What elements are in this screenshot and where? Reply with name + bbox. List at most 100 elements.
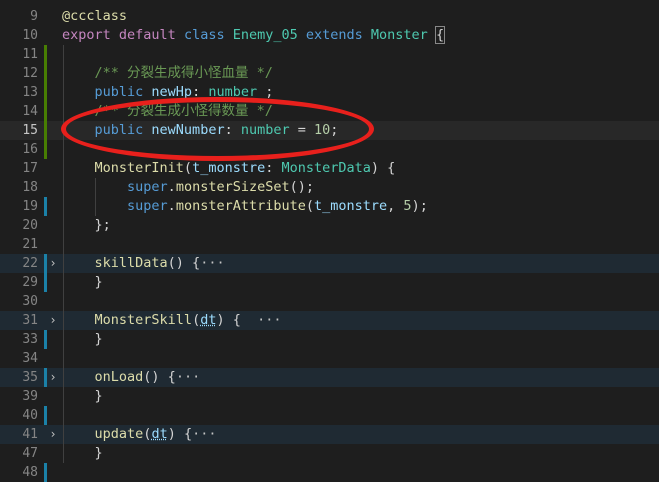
code-token: () { [143,369,176,385]
code-token: newHp [151,84,193,100]
code-text[interactable]: } [62,387,103,406]
git-added-indicator[interactable] [44,121,47,140]
code-line[interactable]: 18 super.monsterSizeSet(); [0,178,659,197]
code-text[interactable]: @ccclass [62,7,127,26]
code-token: skillData [94,255,168,271]
code-text[interactable]: public newHp: number ; [62,83,274,102]
code-text[interactable]: MonsterInit(t_monstre: MonsterData) { [62,159,396,178]
code-token: : [265,160,282,176]
git-added-indicator[interactable] [44,64,47,83]
line-number: 17 [22,161,38,176]
code-editor[interactable]: 9 @ccclass 10 export default class Enemy_05… [0,0,659,482]
code-text[interactable]: } [62,444,103,463]
line-number: 40 [22,408,38,423]
fold-chevron-icon[interactable]: › [48,311,58,330]
code-line[interactable]: 21 [0,235,659,254]
fold-chevron-icon[interactable]: › [48,425,58,444]
code-token: @ccclass [62,8,128,24]
git-modified-indicator[interactable] [44,197,47,216]
code-line[interactable]: 19 super.monsterAttribute(t_monstre, 5); [0,197,659,216]
code-line[interactable]: 13 public newHp: number ; [0,83,659,102]
line-number: 10 [22,28,38,43]
code-token: Enemy_05 [232,27,306,43]
code-text[interactable]: MonsterSkill(dt) { ··· [62,311,282,330]
line-number: 13 [22,85,38,100]
code-text[interactable]: }; [62,216,111,235]
code-text[interactable]: public newNumber: number = 10; [62,121,339,140]
code-token: : [192,84,209,100]
line-number: 39 [22,389,38,404]
code-token: ); [411,198,428,214]
code-line[interactable]: 11 [0,45,659,64]
code-token: MonsterData [281,160,371,176]
code-line[interactable]: 20 }; [0,216,659,235]
git-added-indicator[interactable] [44,102,47,121]
line-number: 41 [22,427,38,442]
code-line[interactable]: 35 › onLoad() {··· [0,368,659,387]
code-line[interactable]: 9 @ccclass [0,7,659,26]
git-modified-indicator[interactable] [44,330,47,349]
code-line[interactable]: 40 [0,406,659,425]
line-number: 22 [22,256,38,271]
code-text[interactable]: skillData() {··· [62,254,225,273]
code-token: MonsterSkill [94,312,193,328]
git-modified-indicator[interactable] [44,254,47,273]
code-line[interactable]: 33 } [0,330,659,349]
code-text[interactable]: super.monsterAttribute(t_monstre, 5); [62,197,428,216]
code-line[interactable]: 48 [0,463,659,482]
code-line[interactable]: 31 › MonsterSkill(dt) { ··· [0,311,659,330]
code-line[interactable]: 12 /** 分裂生成得小怪血量 */ [0,64,659,83]
code-token: }; [62,217,111,233]
code-text[interactable]: /** 分裂生成得小怪血量 */ [62,64,273,83]
code-token: number [240,122,290,138]
code-token: dt [200,312,217,328]
code-line[interactable]: 10 export default class Enemy_05 extends … [0,26,659,45]
code-token: super [127,179,168,195]
code-line[interactable]: 39 } [0,387,659,406]
code-line[interactable]: 15 public newNumber: number = 10; [0,121,659,140]
git-modified-indicator[interactable] [44,406,47,425]
code-token: () { [167,255,201,271]
code-line[interactable]: 17 MonsterInit(t_monstre: MonsterData) { [0,159,659,178]
git-modified-indicator[interactable] [44,463,47,482]
git-added-indicator[interactable] [44,45,47,64]
code-token: , [387,198,404,214]
fold-chevron-icon[interactable]: › [48,254,58,273]
fold-chevron-icon[interactable]: › [48,368,58,387]
code-text[interactable]: super.monsterSizeSet(); [62,178,314,197]
git-added-indicator[interactable] [44,83,47,102]
code-line[interactable]: 41 › update(dt) {··· [0,425,659,444]
code-text[interactable]: } [62,330,103,349]
code-text[interactable]: /** 分裂生成小怪得数量 */ [62,102,273,121]
code-line[interactable]: 30 [0,292,659,311]
code-token: update [94,426,144,442]
code-token: = [289,122,315,138]
code-token: ) { [216,312,249,328]
git-modified-indicator[interactable] [44,273,47,292]
git-added-indicator[interactable] [44,140,47,159]
line-number: 14 [22,104,38,119]
code-token: ( [183,160,193,176]
code-text[interactable]: update(dt) {··· [62,425,217,444]
code-token: t_monstre [314,198,388,214]
code-token: export [62,27,119,43]
git-modified-indicator[interactable] [44,368,47,387]
code-text[interactable]: export default class Enemy_05 extends Mo… [62,26,446,45]
code-line[interactable]: 16 [0,140,659,159]
code-line[interactable]: 47 } [0,444,659,463]
code-line[interactable]: 14 /** 分裂生成小怪得数量 */ [0,102,659,121]
code-text[interactable]: } [62,273,103,292]
code-line[interactable]: 29 } [0,273,659,292]
code-text[interactable]: onLoad() {··· [62,368,201,387]
code-token: . [167,198,176,214]
code-token: 5 [403,198,412,214]
code-line[interactable]: 22 › skillData() {··· [0,254,659,273]
code-line[interactable]: 34 [0,349,659,368]
line-number: 29 [22,275,38,290]
